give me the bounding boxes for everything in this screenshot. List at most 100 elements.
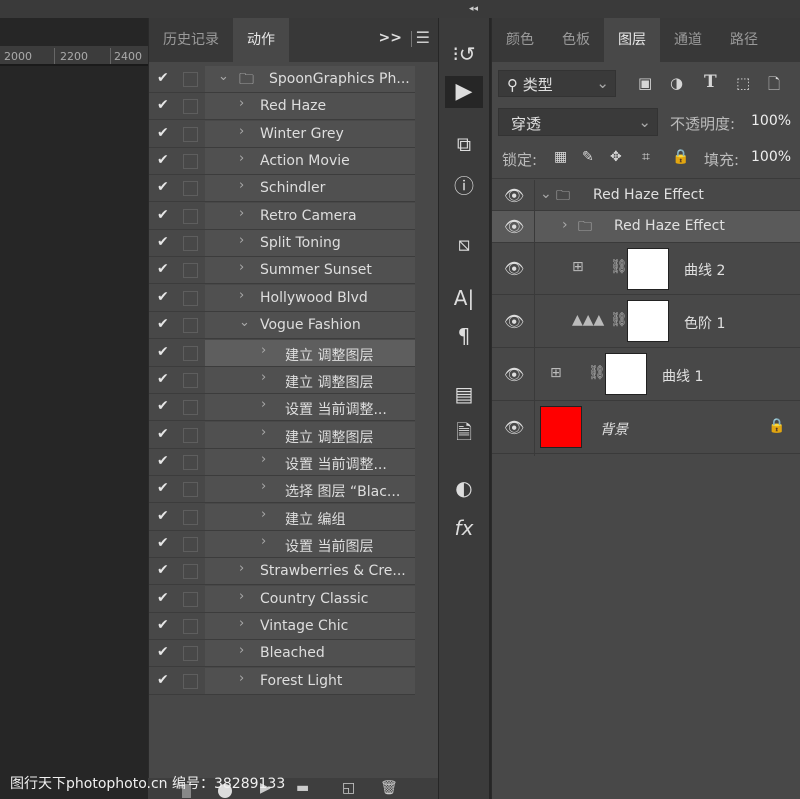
eye-icon[interactable]: 👁 [504,418,524,437]
lock-pixels-icon[interactable]: ✎ [582,149,594,165]
check-icon[interactable]: ✔ [157,535,169,551]
layer-row[interactable]: 👁 ⊞ ⛓ 曲线 2 [492,243,800,295]
chevron-down-icon[interactable]: ⌄ [218,69,229,84]
link-icon[interactable]: ⛓ [610,259,628,275]
action-row[interactable]: ✔ › Retro Camera [149,202,415,230]
dialog-toggle[interactable] [183,181,198,197]
check-icon[interactable]: ✔ [157,152,169,168]
chevron-right-icon[interactable]: › [239,260,244,275]
check-icon[interactable]: ✔ [157,125,169,141]
dialog-toggle[interactable] [183,236,198,252]
dialog-toggle[interactable] [183,99,198,115]
chevron-right-icon[interactable]: › [261,452,266,467]
chevron-right-icon[interactable]: › [239,643,244,658]
dialog-toggle[interactable] [183,591,198,607]
action-row[interactable]: ✔ › Country Classic [149,585,415,613]
link-icon[interactable]: ⛓ [610,312,628,328]
folder-icon[interactable]: ▬ [296,780,309,796]
layer-mask-thumbnail[interactable] [605,353,647,395]
smart-object-filter-icon[interactable]: 🗋 [768,74,780,99]
action-row[interactable]: ✔ ⌄ Vogue Fashion [149,312,415,340]
opacity-input[interactable]: 100% [751,113,791,129]
actions-play-icon[interactable]: ▶ [445,76,483,108]
check-icon[interactable]: ✔ [157,398,169,414]
layer-mask-thumbnail[interactable] [627,300,669,342]
action-row[interactable]: ✔ › Hollywood Blvd [149,284,415,312]
chevron-right-icon[interactable]: › [239,616,244,631]
action-row[interactable]: ✔ › 选择 图层 “Blac... [149,476,415,504]
chevron-right-icon[interactable]: › [239,671,244,686]
layer-row[interactable]: 👁 ⊞ ⛓ 曲线 1 [492,348,800,401]
lock-artboard-icon[interactable]: ⌗ [642,149,650,165]
expand-icon[interactable]: >> [379,30,402,46]
eye-icon[interactable]: 👁 [504,259,524,278]
chevron-right-icon[interactable]: › [261,370,266,385]
eye-icon[interactable]: 👁 [504,186,524,205]
chevron-right-icon[interactable]: › [239,96,244,111]
check-icon[interactable]: ✔ [157,644,169,660]
chevron-down-icon[interactable]: ⌄ [540,186,552,202]
tab-actions[interactable]: 动作 [233,18,289,62]
action-row[interactable]: ✔ › 建立 调整图层 [149,421,415,449]
dialog-toggle[interactable] [183,208,198,224]
chevron-right-icon[interactable]: › [261,397,266,412]
dialog-toggle[interactable] [183,72,198,87]
lock-transparent-icon[interactable]: ▦ [554,149,567,165]
dialog-toggle[interactable] [183,372,198,388]
chevron-right-icon[interactable]: › [239,233,244,248]
layer-row[interactable]: 👁 › 🗀 Red Haze Effect [492,211,800,243]
adjustments-icon[interactable]: ◐ [445,472,483,504]
check-icon[interactable]: ✔ [157,261,169,277]
tab-paths[interactable]: 路径 [716,18,772,62]
action-row[interactable]: ✔ ⌄ 🗀 SpoonGraphics Ph... [149,66,415,93]
chevron-down-icon[interactable]: ⌄ [239,315,250,330]
chevron-right-icon[interactable]: › [239,206,244,221]
chevron-right-icon[interactable]: › [562,217,568,233]
link-icon[interactable]: ⛓ [588,365,606,381]
dialog-toggle[interactable] [183,482,198,498]
action-row[interactable]: ✔ › 建立 调整图层 [149,339,415,367]
layer-row[interactable]: 👁 ⌄ 🗀 Red Haze Effect [492,180,800,211]
tab-layers[interactable]: 图层 [604,18,660,62]
lock-position-icon[interactable]: ✥ [610,149,622,165]
pixel-filter-icon[interactable]: ▣ [638,74,652,92]
dialog-toggle[interactable] [183,509,198,525]
check-icon[interactable]: ✔ [157,289,169,305]
lock-all-icon[interactable]: 🔒 [672,149,689,165]
dialog-toggle[interactable] [183,454,198,470]
dialog-toggle[interactable] [183,619,198,634]
check-icon[interactable]: ✔ [157,453,169,469]
trash-icon[interactable]: 🗑 [380,780,398,796]
info-icon[interactable]: ⓘ [445,170,483,202]
eye-icon[interactable]: 👁 [504,217,524,236]
chevron-right-icon[interactable]: › [239,151,244,166]
chevron-right-icon[interactable]: › [261,343,266,358]
type-filter-icon[interactable]: T [704,72,717,92]
layer-row[interactable]: 👁 ▲▲▲ ⛓ 色阶 1 [492,295,800,348]
action-row[interactable]: ✔ › Summer Sunset [149,257,415,285]
dialog-toggle[interactable] [183,646,198,662]
action-row[interactable]: ✔ › Strawberries & Cre... [149,558,415,586]
adjustment-filter-icon[interactable]: ◑ [670,74,683,92]
chevron-right-icon[interactable]: › [239,178,244,193]
filter-type-select[interactable]: ⚲ 类型 ⌄ [498,70,616,97]
dialog-toggle[interactable] [183,154,198,170]
check-icon[interactable]: ✔ [157,508,169,524]
libraries-icon[interactable]: ▤ [445,378,483,410]
styles-fx-icon[interactable]: fx [445,512,483,544]
action-row[interactable]: ✔ › 建立 调整图层 [149,366,415,394]
fill-input[interactable]: 100% [751,149,791,165]
chevron-right-icon[interactable]: › [239,561,244,576]
check-icon[interactable]: ✔ [157,207,169,223]
action-row[interactable]: ✔ › Forest Light [149,667,415,695]
check-icon[interactable]: ✔ [157,371,169,387]
dialog-toggle[interactable] [183,427,198,443]
check-icon[interactable]: ✔ [157,97,169,113]
action-row[interactable]: ✔ › 设置 当前调整... [149,394,415,422]
dialog-toggle[interactable] [183,564,198,580]
action-row[interactable]: ✔ › Bleached [149,640,415,668]
dialog-toggle[interactable] [183,345,198,361]
check-icon[interactable]: ✔ [157,480,169,496]
action-row[interactable]: ✔ › 设置 当前调整... [149,448,415,476]
eye-icon[interactable]: 👁 [504,312,524,331]
